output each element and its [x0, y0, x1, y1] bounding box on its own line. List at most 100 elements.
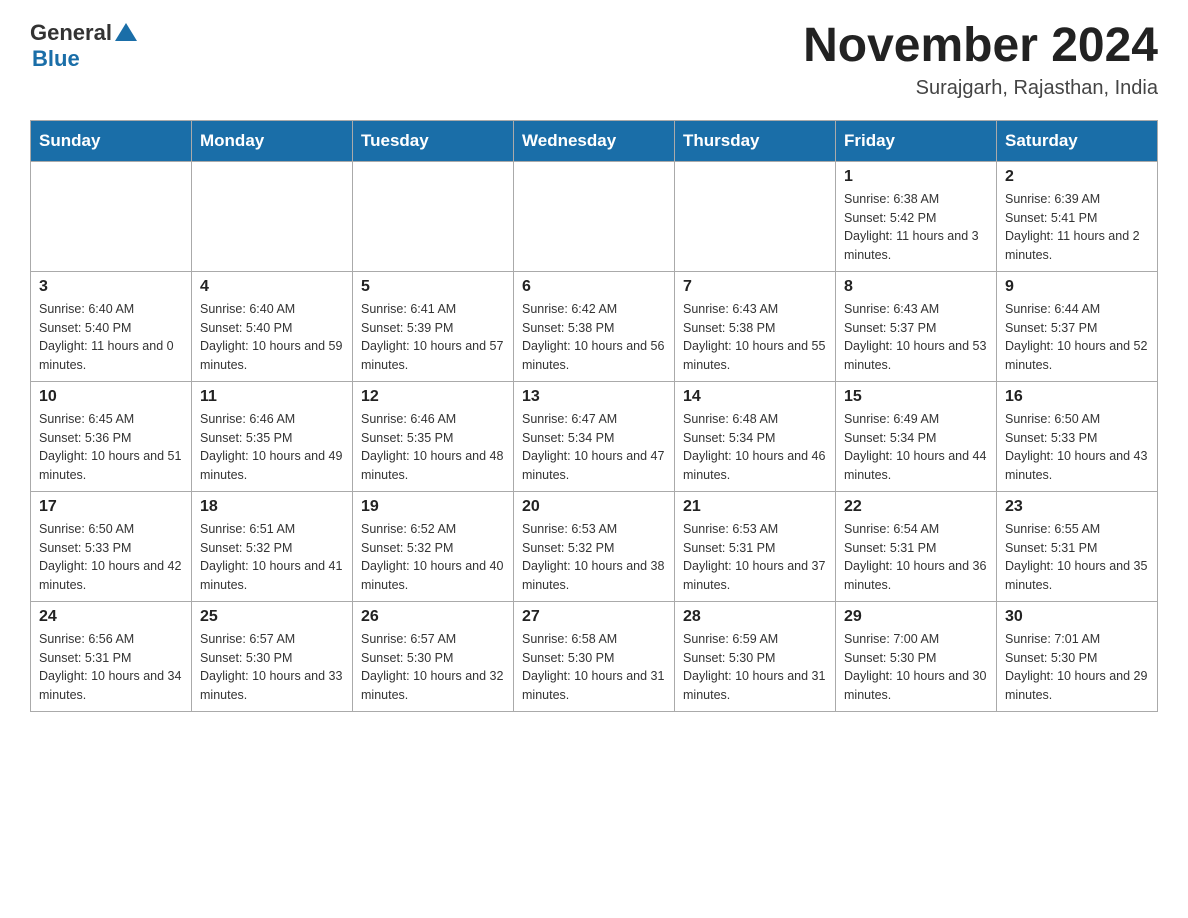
calendar-cell: 21Sunrise: 6:53 AM Sunset: 5:31 PM Dayli…	[675, 491, 836, 601]
calendar-cell: 5 Sunrise: 6:41 AM Sunset: 5:39 PM Daylig…	[353, 271, 514, 381]
week-row-2: 3 Sunrise: 6:40 AM Sunset: 5:40 PM Daylig…	[31, 271, 1158, 381]
weekday-header-tuesday: Tuesday	[353, 120, 514, 161]
week-row-3: 10 Sunrise: 6:45 AM Sunset: 5:36 PM Dayli…	[31, 381, 1158, 491]
calendar-cell: 1 Sunrise: 6:38 AM Sunset: 5:42 PM Daylig…	[836, 161, 997, 271]
day-info: Sunrise: 6:45 AM Sunset: 5:36 PM Dayligh…	[39, 410, 183, 485]
calendar-cell: 22 Sunrise: 6:54 AM Sunset: 5:31 PM Dayli…	[836, 491, 997, 601]
calendar-cell: 4 Sunrise: 6:40 AM Sunset: 5:40 PM Daylig…	[192, 271, 353, 381]
day-info: Sunrise: 6:47 AM Sunset: 5:34 PM Dayligh…	[522, 410, 666, 485]
calendar-cell	[353, 161, 514, 271]
day-info: Sunrise: 6:57 AM Sunset: 5:30 PM Dayligh…	[361, 630, 505, 705]
day-number: 8	[844, 278, 988, 296]
calendar-cell: 3 Sunrise: 6:40 AM Sunset: 5:40 PM Daylig…	[31, 271, 192, 381]
logo: General Blue	[30, 20, 137, 72]
weekday-header-thursday: Thursday	[675, 120, 836, 161]
day-info: Sunrise: 6:43 AM Sunset: 5:38 PM Dayligh…	[683, 300, 827, 375]
day-info: Sunrise: 6:43 AM Sunset: 5:37 PM Dayligh…	[844, 300, 988, 375]
calendar-cell: 9 Sunrise: 6:44 AM Sunset: 5:37 PM Daylig…	[997, 271, 1158, 381]
day-number: 10	[39, 388, 183, 406]
weekday-header-friday: Friday	[836, 120, 997, 161]
day-number: 20	[522, 498, 666, 516]
location-text: Surajgarh, Rajasthan, India	[803, 77, 1158, 100]
day-info: Sunrise: 6:55 AM Sunset: 5:31 PM Dayligh…	[1005, 520, 1149, 595]
calendar-table: SundayMondayTuesdayWednesdayThursdayFrid…	[30, 120, 1158, 712]
day-number: 3	[39, 278, 183, 296]
day-number: 12	[361, 388, 505, 406]
day-number: 11	[200, 388, 344, 406]
title-section: November 2024 Surajgarh, Rajasthan, Indi…	[803, 20, 1158, 100]
day-info: Sunrise: 6:40 AM Sunset: 5:40 PM Dayligh…	[39, 300, 183, 375]
day-number: 7	[683, 278, 827, 296]
day-info: Sunrise: 6:56 AM Sunset: 5:31 PM Dayligh…	[39, 630, 183, 705]
day-info: Sunrise: 6:50 AM Sunset: 5:33 PM Dayligh…	[1005, 410, 1149, 485]
day-info: Sunrise: 6:42 AM Sunset: 5:38 PM Dayligh…	[522, 300, 666, 375]
day-number: 28	[683, 608, 827, 626]
calendar-cell: 24Sunrise: 6:56 AM Sunset: 5:31 PM Dayli…	[31, 601, 192, 711]
day-info: Sunrise: 7:01 AM Sunset: 5:30 PM Dayligh…	[1005, 630, 1149, 705]
day-info: Sunrise: 6:49 AM Sunset: 5:34 PM Dayligh…	[844, 410, 988, 485]
day-number: 9	[1005, 278, 1149, 296]
day-number: 29	[844, 608, 988, 626]
calendar-cell	[675, 161, 836, 271]
weekday-header-sunday: Sunday	[31, 120, 192, 161]
calendar-cell: 10 Sunrise: 6:45 AM Sunset: 5:36 PM Dayli…	[31, 381, 192, 491]
day-info: Sunrise: 6:39 AM Sunset: 5:41 PM Dayligh…	[1005, 190, 1149, 265]
logo-general-text: General	[30, 20, 112, 46]
calendar-cell	[192, 161, 353, 271]
day-number: 18	[200, 498, 344, 516]
calendar-cell: 28 Sunrise: 6:59 AM Sunset: 5:30 PM Dayli…	[675, 601, 836, 711]
calendar-cell: 2 Sunrise: 6:39 AM Sunset: 5:41 PM Daylig…	[997, 161, 1158, 271]
day-number: 4	[200, 278, 344, 296]
day-number: 22	[844, 498, 988, 516]
day-info: Sunrise: 6:52 AM Sunset: 5:32 PM Dayligh…	[361, 520, 505, 595]
day-info: Sunrise: 6:50 AM Sunset: 5:33 PM Dayligh…	[39, 520, 183, 595]
day-info: Sunrise: 6:51 AM Sunset: 5:32 PM Dayligh…	[200, 520, 344, 595]
day-number: 14	[683, 388, 827, 406]
day-info: Sunrise: 6:46 AM Sunset: 5:35 PM Dayligh…	[361, 410, 505, 485]
weekday-header-monday: Monday	[192, 120, 353, 161]
calendar-cell: 6 Sunrise: 6:42 AM Sunset: 5:38 PM Daylig…	[514, 271, 675, 381]
calendar-cell: 20 Sunrise: 6:53 AM Sunset: 5:32 PM Dayli…	[514, 491, 675, 601]
day-number: 30	[1005, 608, 1149, 626]
day-number: 15	[844, 388, 988, 406]
logo-blue-text: Blue	[32, 46, 80, 71]
calendar-cell: 17 Sunrise: 6:50 AM Sunset: 5:33 PM Dayli…	[31, 491, 192, 601]
calendar-cell: 15 Sunrise: 6:49 AM Sunset: 5:34 PM Dayli…	[836, 381, 997, 491]
day-info: Sunrise: 6:54 AM Sunset: 5:31 PM Dayligh…	[844, 520, 988, 595]
calendar-cell	[31, 161, 192, 271]
day-info: Sunrise: 6:53 AM Sunset: 5:32 PM Dayligh…	[522, 520, 666, 595]
day-number: 23	[1005, 498, 1149, 516]
week-row-1: 1 Sunrise: 6:38 AM Sunset: 5:42 PM Daylig…	[31, 161, 1158, 271]
day-number: 6	[522, 278, 666, 296]
day-info: Sunrise: 7:00 AM Sunset: 5:30 PM Dayligh…	[844, 630, 988, 705]
day-number: 5	[361, 278, 505, 296]
day-number: 25	[200, 608, 344, 626]
day-info: Sunrise: 6:59 AM Sunset: 5:30 PM Dayligh…	[683, 630, 827, 705]
day-info: Sunrise: 6:41 AM Sunset: 5:39 PM Dayligh…	[361, 300, 505, 375]
day-number: 26	[361, 608, 505, 626]
day-number: 16	[1005, 388, 1149, 406]
day-info: Sunrise: 6:46 AM Sunset: 5:35 PM Dayligh…	[200, 410, 344, 485]
calendar-cell: 12 Sunrise: 6:46 AM Sunset: 5:35 PM Dayli…	[353, 381, 514, 491]
day-info: Sunrise: 6:58 AM Sunset: 5:30 PM Dayligh…	[522, 630, 666, 705]
day-info: Sunrise: 6:53 AM Sunset: 5:31 PM Dayligh…	[683, 520, 827, 595]
calendar-cell	[514, 161, 675, 271]
week-row-5: 24Sunrise: 6:56 AM Sunset: 5:31 PM Dayli…	[31, 601, 1158, 711]
day-number: 19	[361, 498, 505, 516]
day-info: Sunrise: 6:44 AM Sunset: 5:37 PM Dayligh…	[1005, 300, 1149, 375]
day-info: Sunrise: 6:48 AM Sunset: 5:34 PM Dayligh…	[683, 410, 827, 485]
week-row-4: 17 Sunrise: 6:50 AM Sunset: 5:33 PM Dayli…	[31, 491, 1158, 601]
day-info: Sunrise: 6:40 AM Sunset: 5:40 PM Dayligh…	[200, 300, 344, 375]
calendar-cell: 29 Sunrise: 7:00 AM Sunset: 5:30 PM Dayli…	[836, 601, 997, 711]
calendar-cell: 27Sunrise: 6:58 AM Sunset: 5:30 PM Dayli…	[514, 601, 675, 711]
calendar-cell: 8 Sunrise: 6:43 AM Sunset: 5:37 PM Daylig…	[836, 271, 997, 381]
day-number: 13	[522, 388, 666, 406]
day-number: 17	[39, 498, 183, 516]
day-info: Sunrise: 6:38 AM Sunset: 5:42 PM Dayligh…	[844, 190, 988, 265]
calendar-cell: 23 Sunrise: 6:55 AM Sunset: 5:31 PM Dayli…	[997, 491, 1158, 601]
page-header: General Blue November 2024 Surajgarh, Ra…	[30, 20, 1158, 100]
day-number: 2	[1005, 168, 1149, 186]
calendar-cell: 7 Sunrise: 6:43 AM Sunset: 5:38 PM Daylig…	[675, 271, 836, 381]
day-number: 1	[844, 168, 988, 186]
calendar-cell: 30 Sunrise: 7:01 AM Sunset: 5:30 PM Dayli…	[997, 601, 1158, 711]
